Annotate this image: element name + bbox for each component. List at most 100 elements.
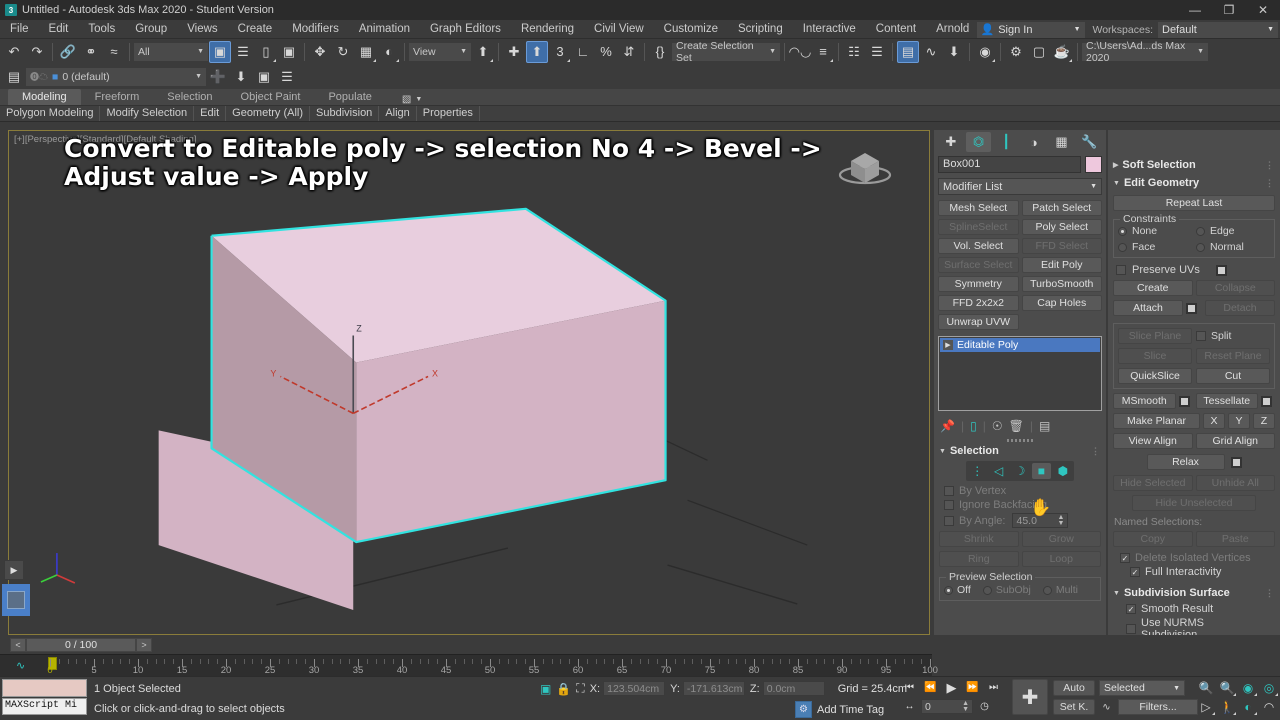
modifier-mesh-select[interactable]: Mesh Select xyxy=(938,200,1019,216)
spinner-snap-icon[interactable]: ⇵ xyxy=(618,41,640,63)
toggle-ribbon-icon[interactable]: ▤ xyxy=(897,40,919,63)
maximize-button[interactable]: ❐ xyxy=(1212,0,1246,20)
unlink-icon[interactable]: ⚭ xyxy=(80,41,102,63)
preview-off-radio[interactable] xyxy=(944,585,953,595)
show-end-result-icon[interactable]: ▯ xyxy=(970,419,977,433)
absolute-relative-mode-icon[interactable]: ⛶ xyxy=(576,681,584,696)
menu-customize[interactable]: Customize xyxy=(654,20,728,39)
default-in-out-tangent-icon[interactable]: ∿ xyxy=(1098,699,1115,715)
msmooth-settings-icon[interactable] xyxy=(1178,395,1190,407)
rendered-frame-window-icon[interactable]: ▢ xyxy=(1028,41,1050,63)
named-selection-set-input[interactable]: Create Selection Set ▼ xyxy=(672,40,780,64)
close-button[interactable]: ✕ xyxy=(1246,0,1280,20)
relax-button[interactable]: Relax xyxy=(1146,454,1225,470)
by-angle-checkbox[interactable] xyxy=(944,515,954,526)
auto-key-button[interactable]: Auto xyxy=(1053,680,1095,696)
utilities-tab-icon[interactable]: 🔧 xyxy=(1076,132,1102,152)
ribbon-subtab-subdivision[interactable]: Subdivision xyxy=(310,106,380,121)
modifier-symmetry[interactable]: Symmetry xyxy=(938,276,1019,292)
redo-icon[interactable]: ↷ xyxy=(26,41,48,63)
smooth-result-row[interactable]: ✓ Smooth Result xyxy=(1108,600,1280,616)
next-frame-icon[interactable]: ⏩ xyxy=(963,679,982,696)
tessellate-button[interactable]: Tessellate xyxy=(1195,393,1258,409)
set-current-layer-icon[interactable]: ☰ xyxy=(276,66,298,88)
ribbon-display-icon[interactable]: ▧ xyxy=(402,94,411,105)
key-filter-select[interactable]: Selected ▼ xyxy=(1099,680,1185,696)
workspace-select[interactable]: Default ▼ xyxy=(1158,21,1278,38)
hierarchy-tab-icon[interactable]: ┃ xyxy=(993,132,1019,152)
ribbon-subtab-align[interactable]: Align xyxy=(379,106,417,121)
by-angle-row[interactable]: By Angle: 45.0 ▲ ▼ xyxy=(934,512,1106,529)
current-frame-input[interactable]: 0 ▲ ▼ xyxy=(921,699,973,714)
select-and-manipulate-icon[interactable]: ✚ xyxy=(503,41,525,63)
display-tab-icon[interactable]: ▦ xyxy=(1049,132,1075,152)
constraint-face-radio[interactable] xyxy=(1118,242,1127,252)
preserve-uvs-row[interactable]: Preserve UVs xyxy=(1108,260,1280,278)
soft-selection-rollup-header[interactable]: ▶ Soft Selection ⋮ xyxy=(1108,158,1280,172)
modify-tab-icon[interactable]: ⏣ xyxy=(965,132,992,152)
x-coordinate-field[interactable]: X: 123.504cm xyxy=(590,681,666,696)
menu-views[interactable]: Views xyxy=(177,20,227,39)
ribbon-tab-freeform[interactable]: Freeform xyxy=(81,89,154,105)
menu-file[interactable]: File xyxy=(0,20,39,39)
expand-arrow-icon[interactable]: ▶ xyxy=(943,340,953,350)
menu-create[interactable]: Create xyxy=(228,20,283,39)
object-color-swatch[interactable] xyxy=(1085,156,1102,173)
ribbon-tab-modeling[interactable]: Modeling xyxy=(8,89,81,105)
modifier-ffd-2x2x2[interactable]: FFD 2x2x2 xyxy=(938,295,1019,311)
menu-interactive[interactable]: Interactive xyxy=(793,20,866,39)
undo-icon[interactable]: ↶ xyxy=(3,41,25,63)
zoom-icon[interactable]: 🔍 xyxy=(1196,679,1216,697)
by-vertex-checkbox[interactable] xyxy=(944,486,954,496)
layer-select[interactable]: ⓿☁ ■ 0 (default) ▼ xyxy=(26,67,206,86)
create-tab-icon[interactable]: ✚ xyxy=(938,132,964,152)
create-new-layer-icon[interactable]: ➕ xyxy=(207,66,229,88)
modifier-stack-item-editable-poly[interactable]: ▶ Editable Poly xyxy=(940,338,1100,352)
viewport-layout-tab-icon[interactable] xyxy=(2,584,30,616)
align-icon[interactable]: ≡ xyxy=(812,41,834,63)
edge-icon[interactable]: ◁ xyxy=(989,463,1007,479)
orbit-icon[interactable]: ◐ xyxy=(1238,698,1258,716)
edit-geometry-rollup-header[interactable]: ▼ Edit Geometry ⋮ xyxy=(1108,176,1280,190)
modifier-edit-poly[interactable]: Edit Poly xyxy=(1021,257,1102,273)
zoom-extents-icon[interactable]: ◉ xyxy=(1238,679,1258,697)
border-icon[interactable]: ☽ xyxy=(1011,463,1029,479)
split-checkbox[interactable] xyxy=(1196,331,1206,341)
current-frame-readout[interactable]: 0 / 100 xyxy=(26,638,136,652)
by-vertex-row[interactable]: By Vertex xyxy=(934,484,1106,498)
lock-selection-icon[interactable]: 🔒 xyxy=(556,682,571,696)
menu-rendering[interactable]: Rendering xyxy=(511,20,584,39)
menu-graph-editors[interactable]: Graph Editors xyxy=(420,20,511,39)
render-setup-icon[interactable]: ⚙ xyxy=(1005,41,1027,63)
maxscript-listener-output[interactable] xyxy=(2,679,87,697)
menu-content[interactable]: Content xyxy=(866,20,926,39)
make-planar-button[interactable]: Make Planar xyxy=(1113,413,1200,429)
project-folder-select[interactable]: C:\Users\Ad...ds Max 2020 ▼ xyxy=(1082,40,1208,64)
object-name-input[interactable]: Box001 xyxy=(938,156,1081,173)
minimize-button[interactable]: — xyxy=(1178,0,1212,20)
constraint-face-row[interactable]: Face xyxy=(1118,241,1192,253)
constraint-none-radio[interactable] xyxy=(1118,226,1127,236)
menu-edit[interactable]: Edit xyxy=(39,20,79,39)
motion-tab-icon[interactable]: ◑ xyxy=(1021,132,1047,152)
menu-animation[interactable]: Animation xyxy=(349,20,420,39)
modifier-stack[interactable]: ▶ Editable Poly xyxy=(938,336,1102,411)
subdivision-surface-rollup-header[interactable]: ▼ Subdivision Surface ⋮ xyxy=(1108,586,1280,600)
full-interactivity-checkbox[interactable]: ✓ xyxy=(1130,567,1140,577)
view-cube[interactable] xyxy=(833,139,897,197)
layer-manager-icon[interactable]: ▤ xyxy=(3,66,25,88)
use-nurms-row[interactable]: Use NURMS Subdivision xyxy=(1108,616,1280,635)
key-mode-toggle-icon[interactable]: ↔ xyxy=(900,698,919,715)
menu-arnold[interactable]: Arnold xyxy=(926,20,979,39)
select-and-move-icon[interactable]: ✥ xyxy=(309,41,331,63)
use-nurms-checkbox[interactable] xyxy=(1126,624,1136,634)
smooth-result-checkbox[interactable]: ✓ xyxy=(1126,604,1136,614)
time-tag-icon[interactable]: ⚙ xyxy=(795,701,812,718)
select-object-icon[interactable]: ▣ xyxy=(209,40,231,63)
modifier-cap-holes[interactable]: Cap Holes xyxy=(1021,295,1102,311)
selection-rollup-header[interactable]: ▼ Selection ⋮ xyxy=(934,444,1106,458)
angle-snap-icon[interactable]: ∟ xyxy=(572,41,594,63)
select-and-rotate-icon[interactable]: ↻ xyxy=(332,41,354,63)
make-planar-x-button[interactable]: X xyxy=(1203,413,1225,429)
track-bar[interactable]: ∿ 5 10 15 20 25 30 35 40 45 50 55 60 65 70 75 80 85 90 95 1… xyxy=(0,654,938,676)
